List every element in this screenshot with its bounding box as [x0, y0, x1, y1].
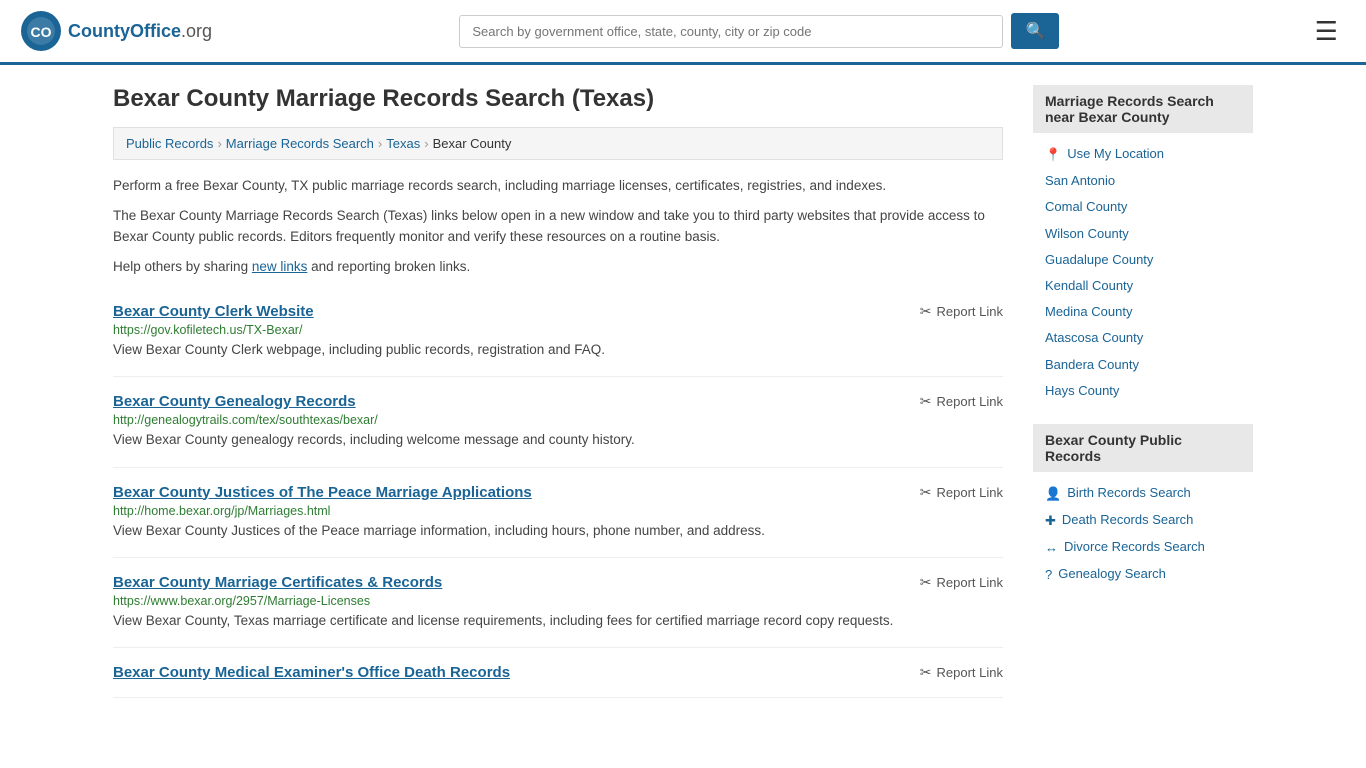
result-desc-2: View Bexar County Justices of the Peace …	[113, 523, 765, 538]
new-links-link[interactable]: new links	[252, 259, 308, 274]
report-link-4[interactable]: ✂ Report Link	[920, 664, 1003, 681]
page-title: Bexar County Marriage Records Search (Te…	[113, 85, 1003, 113]
result-url-2[interactable]: http://home.bexar.org/jp/Marriages.html	[113, 504, 1003, 518]
sidebar-nearby-item-3[interactable]: Wilson County	[1033, 221, 1253, 247]
header: CO CountyOffice.org 🔍 ☰	[0, 0, 1366, 65]
result-desc-3: View Bexar County, Texas marriage certif…	[113, 613, 893, 628]
logo-icon: CO	[20, 10, 62, 52]
report-link-2[interactable]: ✂ Report Link	[920, 484, 1003, 501]
sidebar-public-links: 👤Birth Records Search✚Death Records Sear…	[1033, 480, 1253, 589]
desc-para3: Help others by sharing new links and rep…	[113, 257, 1003, 277]
content-area: Bexar County Marriage Records Search (Te…	[113, 85, 1003, 698]
sidebar-nearby-item-1[interactable]: San Antonio	[1033, 168, 1253, 194]
report-icon-2: ✂	[920, 484, 932, 501]
sidebar-public-records-section: Bexar County Public Records 👤Birth Recor…	[1033, 424, 1253, 589]
sidebar-public-item-0[interactable]: 👤Birth Records Search	[1033, 480, 1253, 507]
breadcrumb-marriage-records-search[interactable]: Marriage Records Search	[226, 136, 374, 151]
sidebar-public-icon-3: ?	[1045, 566, 1052, 584]
result-entry-4: Bexar County Medical Examiner's Office D…	[113, 648, 1003, 698]
sidebar-public-item-1[interactable]: ✚Death Records Search	[1033, 507, 1253, 534]
description: Perform a free Bexar County, TX public m…	[113, 176, 1003, 277]
desc-para2: The Bexar County Marriage Records Search…	[113, 206, 1003, 247]
result-url-3[interactable]: https://www.bexar.org/2957/Marriage-Lice…	[113, 594, 1003, 608]
logo-text: CountyOffice.org	[68, 21, 212, 42]
result-title-3[interactable]: Bexar County Marriage Certificates & Rec…	[113, 574, 442, 591]
result-title-1[interactable]: Bexar County Genealogy Records	[113, 393, 356, 410]
logo-area: CO CountyOffice.org	[20, 10, 212, 52]
report-link-1[interactable]: ✂ Report Link	[920, 393, 1003, 410]
result-title-4[interactable]: Bexar County Medical Examiner's Office D…	[113, 664, 510, 681]
svg-text:CO: CO	[31, 24, 52, 40]
sidebar-public-icon-1: ✚	[1045, 512, 1056, 530]
report-icon-1: ✂	[920, 393, 932, 410]
result-url-1[interactable]: http://genealogytrails.com/tex/southtexa…	[113, 413, 1003, 427]
main-container: Bexar County Marriage Records Search (Te…	[93, 65, 1273, 718]
sidebar-nearby-item-9[interactable]: Hays County	[1033, 378, 1253, 404]
result-title-2[interactable]: Bexar County Justices of The Peace Marri…	[113, 484, 532, 501]
result-url-0[interactable]: https://gov.kofiletech.us/TX-Bexar/	[113, 323, 1003, 337]
sidebar-public-item-2[interactable]: ↔Divorce Records Search	[1033, 534, 1253, 561]
search-input[interactable]	[459, 15, 1003, 48]
sidebar-nearby-item-2[interactable]: Comal County	[1033, 194, 1253, 220]
breadcrumb-public-records[interactable]: Public Records	[126, 136, 213, 151]
sidebar-nearby-section: Marriage Records Search near Bexar Count…	[1033, 85, 1253, 404]
report-link-0[interactable]: ✂ Report Link	[920, 303, 1003, 320]
sidebar: Marriage Records Search near Bexar Count…	[1033, 85, 1253, 698]
search-button[interactable]: 🔍	[1011, 13, 1059, 49]
result-desc-1: View Bexar County genealogy records, inc…	[113, 432, 635, 447]
sidebar-nearby-item-5[interactable]: Kendall County	[1033, 273, 1253, 299]
result-desc-0: View Bexar County Clerk webpage, includi…	[113, 342, 605, 357]
report-icon-0: ✂	[920, 303, 932, 320]
sidebar-nearby-item-0[interactable]: 📍Use My Location	[1033, 141, 1253, 168]
sidebar-nearby-item-8[interactable]: Bandera County	[1033, 352, 1253, 378]
breadcrumb-texas[interactable]: Texas	[386, 136, 420, 151]
desc-para1: Perform a free Bexar County, TX public m…	[113, 176, 1003, 196]
sidebar-public-icon-2: ↔	[1045, 539, 1058, 557]
report-link-3[interactable]: ✂ Report Link	[920, 574, 1003, 591]
sidebar-nearby-links: 📍Use My LocationSan AntonioComal CountyW…	[1033, 141, 1253, 404]
sidebar-nearby-item-4[interactable]: Guadalupe County	[1033, 247, 1253, 273]
search-area: 🔍	[459, 13, 1059, 49]
report-icon-4: ✂	[920, 664, 932, 681]
result-entry-0: Bexar County Clerk Website ✂ Report Link…	[113, 287, 1003, 377]
sidebar-public-item-3[interactable]: ?Genealogy Search	[1033, 561, 1253, 588]
breadcrumb-bexar-county: Bexar County	[433, 136, 512, 151]
result-entry-1: Bexar County Genealogy Records ✂ Report …	[113, 377, 1003, 467]
sidebar-public-icon-0: 👤	[1045, 485, 1061, 503]
report-icon-3: ✂	[920, 574, 932, 591]
sidebar-public-title: Bexar County Public Records	[1033, 424, 1253, 472]
sidebar-nearby-item-6[interactable]: Medina County	[1033, 299, 1253, 325]
breadcrumb: Public Records › Marriage Records Search…	[113, 127, 1003, 160]
result-entry-2: Bexar County Justices of The Peace Marri…	[113, 468, 1003, 558]
sidebar-nearby-title: Marriage Records Search near Bexar Count…	[1033, 85, 1253, 133]
sidebar-nearby-item-7[interactable]: Atascosa County	[1033, 325, 1253, 351]
result-title-0[interactable]: Bexar County Clerk Website	[113, 303, 314, 320]
result-entry-3: Bexar County Marriage Certificates & Rec…	[113, 558, 1003, 648]
sidebar-nearby-icon-0: 📍	[1045, 146, 1061, 164]
menu-button[interactable]: ☰	[1307, 12, 1346, 51]
results-list: Bexar County Clerk Website ✂ Report Link…	[113, 287, 1003, 698]
